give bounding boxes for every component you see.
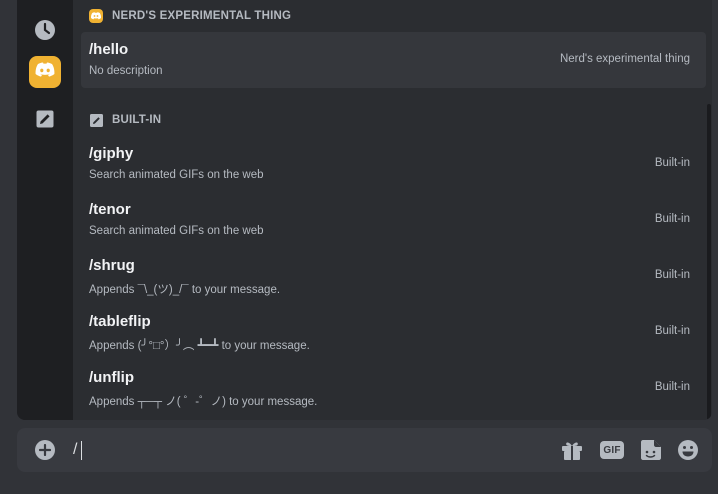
gift-icon[interactable]	[560, 438, 584, 462]
discord-logo-icon	[35, 62, 55, 83]
message-input[interactable]	[71, 438, 513, 462]
command-name: /hello	[89, 41, 129, 58]
section-title: NERD'S EXPERIMENTAL THING	[112, 10, 292, 22]
rail-item-recent[interactable]	[29, 16, 61, 48]
emoji-icon[interactable]	[676, 438, 700, 462]
command-source: Built-in	[654, 325, 690, 337]
command-list: NERD'S EXPERIMENTAL THING /hello No desc…	[73, 0, 712, 420]
section-title: BUILT-IN	[112, 114, 162, 126]
command-description: No description	[89, 65, 163, 77]
pencil-square-icon	[89, 113, 103, 127]
command-source: Built-in	[654, 269, 690, 281]
command-list-scrollbar[interactable]	[707, 104, 711, 420]
command-description: Search animated GIFs on the web	[89, 225, 264, 237]
command-item-unflip[interactable]: /unflip Appends ┬─┬ ノ( ゜-゜ノ) to your mes…	[81, 360, 706, 416]
command-item-hello[interactable]: /hello No description Nerd's experimenta…	[81, 32, 706, 88]
message-composer: GIF	[17, 428, 712, 472]
sticker-icon[interactable]	[639, 438, 663, 462]
command-description: Appends (╯°□°）╯︵ ┻━┻ to your message.	[89, 340, 310, 352]
command-name: /giphy	[89, 145, 134, 162]
command-autocomplete-popout: NERD'S EXPERIMENTAL THING /hello No desc…	[17, 0, 712, 420]
rail-item-app[interactable]	[29, 56, 61, 88]
pencil-square-icon	[36, 110, 54, 133]
command-name: /tableflip	[89, 313, 151, 330]
command-source: Built-in	[654, 213, 690, 225]
command-category-rail	[17, 0, 73, 420]
command-item-tenor[interactable]: /tenor Search animated GIFs on the web B…	[81, 192, 706, 248]
command-item-shrug[interactable]: /shrug Appends ¯\_(ツ)_/¯ to your message…	[81, 248, 706, 304]
rail-item-built-in[interactable]	[29, 105, 61, 137]
command-name: /shrug	[89, 257, 135, 274]
command-description: Appends ¯\_(ツ)_/¯ to your message.	[89, 284, 281, 296]
plus-circle-icon[interactable]	[35, 440, 55, 460]
command-source: Nerd's experimental thing	[559, 53, 690, 65]
section-header-app: NERD'S EXPERIMENTAL THING	[89, 6, 291, 26]
command-item-tableflip[interactable]: /tableflip Appends (╯°□°）╯︵ ┻━┻ to your …	[81, 304, 706, 360]
command-name: /tenor	[89, 201, 131, 218]
command-name: /unflip	[89, 369, 134, 386]
command-description: Appends ┬─┬ ノ( ゜-゜ノ) to your message.	[89, 396, 318, 408]
command-description: Search animated GIFs on the web	[89, 169, 264, 181]
gif-icon[interactable]: GIF	[600, 438, 624, 462]
gif-label: GIF	[600, 441, 624, 459]
text-caret	[81, 441, 82, 460]
clock-icon	[34, 19, 56, 46]
section-header-built-in: BUILT-IN	[89, 110, 161, 130]
command-item-giphy[interactable]: /giphy Search animated GIFs on the web B…	[81, 136, 706, 192]
command-source: Built-in	[654, 157, 690, 169]
discord-logo-icon	[89, 9, 103, 23]
command-source: Built-in	[654, 381, 690, 393]
